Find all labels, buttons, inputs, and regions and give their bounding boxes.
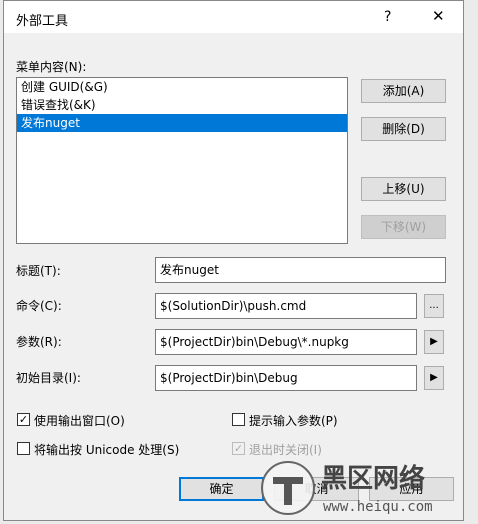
- command-field[interactable]: $(SolutionDir)\push.cmd: [155, 293, 417, 319]
- delete-button[interactable]: 删除(D): [361, 117, 446, 141]
- list-item[interactable]: 发布nuget: [17, 114, 347, 132]
- ok-button[interactable]: 确定: [179, 477, 264, 501]
- use-output-window-label: 使用输出窗口(O): [34, 414, 125, 428]
- play-arrow-icon: ▶: [430, 372, 438, 383]
- close-on-exit-checkbox[interactable]: ✓: [232, 442, 245, 455]
- title-label: 标题(T):: [16, 264, 61, 278]
- command-label: 命令(C):: [16, 299, 62, 313]
- browse-command-button[interactable]: ...: [424, 294, 444, 318]
- watermark: 黑区网络 www.heiqu.com: [255, 455, 478, 521]
- initial-directory-label: 初始目录(I):: [16, 371, 81, 385]
- add-button[interactable]: 添加(A): [361, 79, 446, 103]
- title-field[interactable]: 发布nuget: [155, 257, 446, 283]
- help-button[interactable]: ?: [384, 9, 391, 25]
- play-arrow-icon: ▶: [430, 336, 438, 347]
- prompt-for-arguments-label: 提示输入参数(P): [249, 414, 338, 428]
- arguments-field[interactable]: $(ProjectDir)bin\Debug\*.nupkg: [155, 329, 417, 355]
- initial-directory-field[interactable]: $(ProjectDir)bin\Debug: [155, 365, 417, 391]
- title-bar: 外部工具 ? ✕: [4, 1, 463, 33]
- arguments-menu-button[interactable]: ▶: [424, 330, 444, 354]
- menu-contents-list[interactable]: 创建 GUID(&G) 错误查找(&K) 发布nuget: [16, 77, 348, 244]
- list-item[interactable]: 错误查找(&K): [17, 96, 347, 114]
- watermark-title: 黑区网络: [321, 463, 425, 494]
- close-button[interactable]: ✕: [432, 7, 445, 25]
- treat-output-unicode-label: 将输出按 Unicode 处理(S): [34, 443, 180, 457]
- list-item[interactable]: 创建 GUID(&G): [17, 78, 347, 96]
- arguments-label: 参数(R):: [16, 335, 62, 349]
- watermark-url: www.heiqu.com: [323, 499, 433, 515]
- treat-output-unicode-checkbox[interactable]: [17, 442, 30, 455]
- menu-contents-label: 菜单内容(N):: [16, 60, 87, 74]
- prompt-for-arguments-checkbox[interactable]: [232, 413, 245, 426]
- move-up-button[interactable]: 上移(U): [361, 177, 446, 201]
- use-output-window-checkbox[interactable]: ✓: [17, 413, 30, 426]
- watermark-logo-icon: 黑区网络 www.heiqu.com: [261, 461, 433, 515]
- dialog-title: 外部工具: [16, 14, 69, 29]
- external-tools-dialog: 外部工具 ? ✕ 菜单内容(N): 创建 GUID(&G) 错误查找(&K) 发…: [3, 0, 464, 521]
- initial-directory-menu-button[interactable]: ▶: [424, 366, 444, 390]
- move-down-button[interactable]: 下移(W): [361, 215, 446, 239]
